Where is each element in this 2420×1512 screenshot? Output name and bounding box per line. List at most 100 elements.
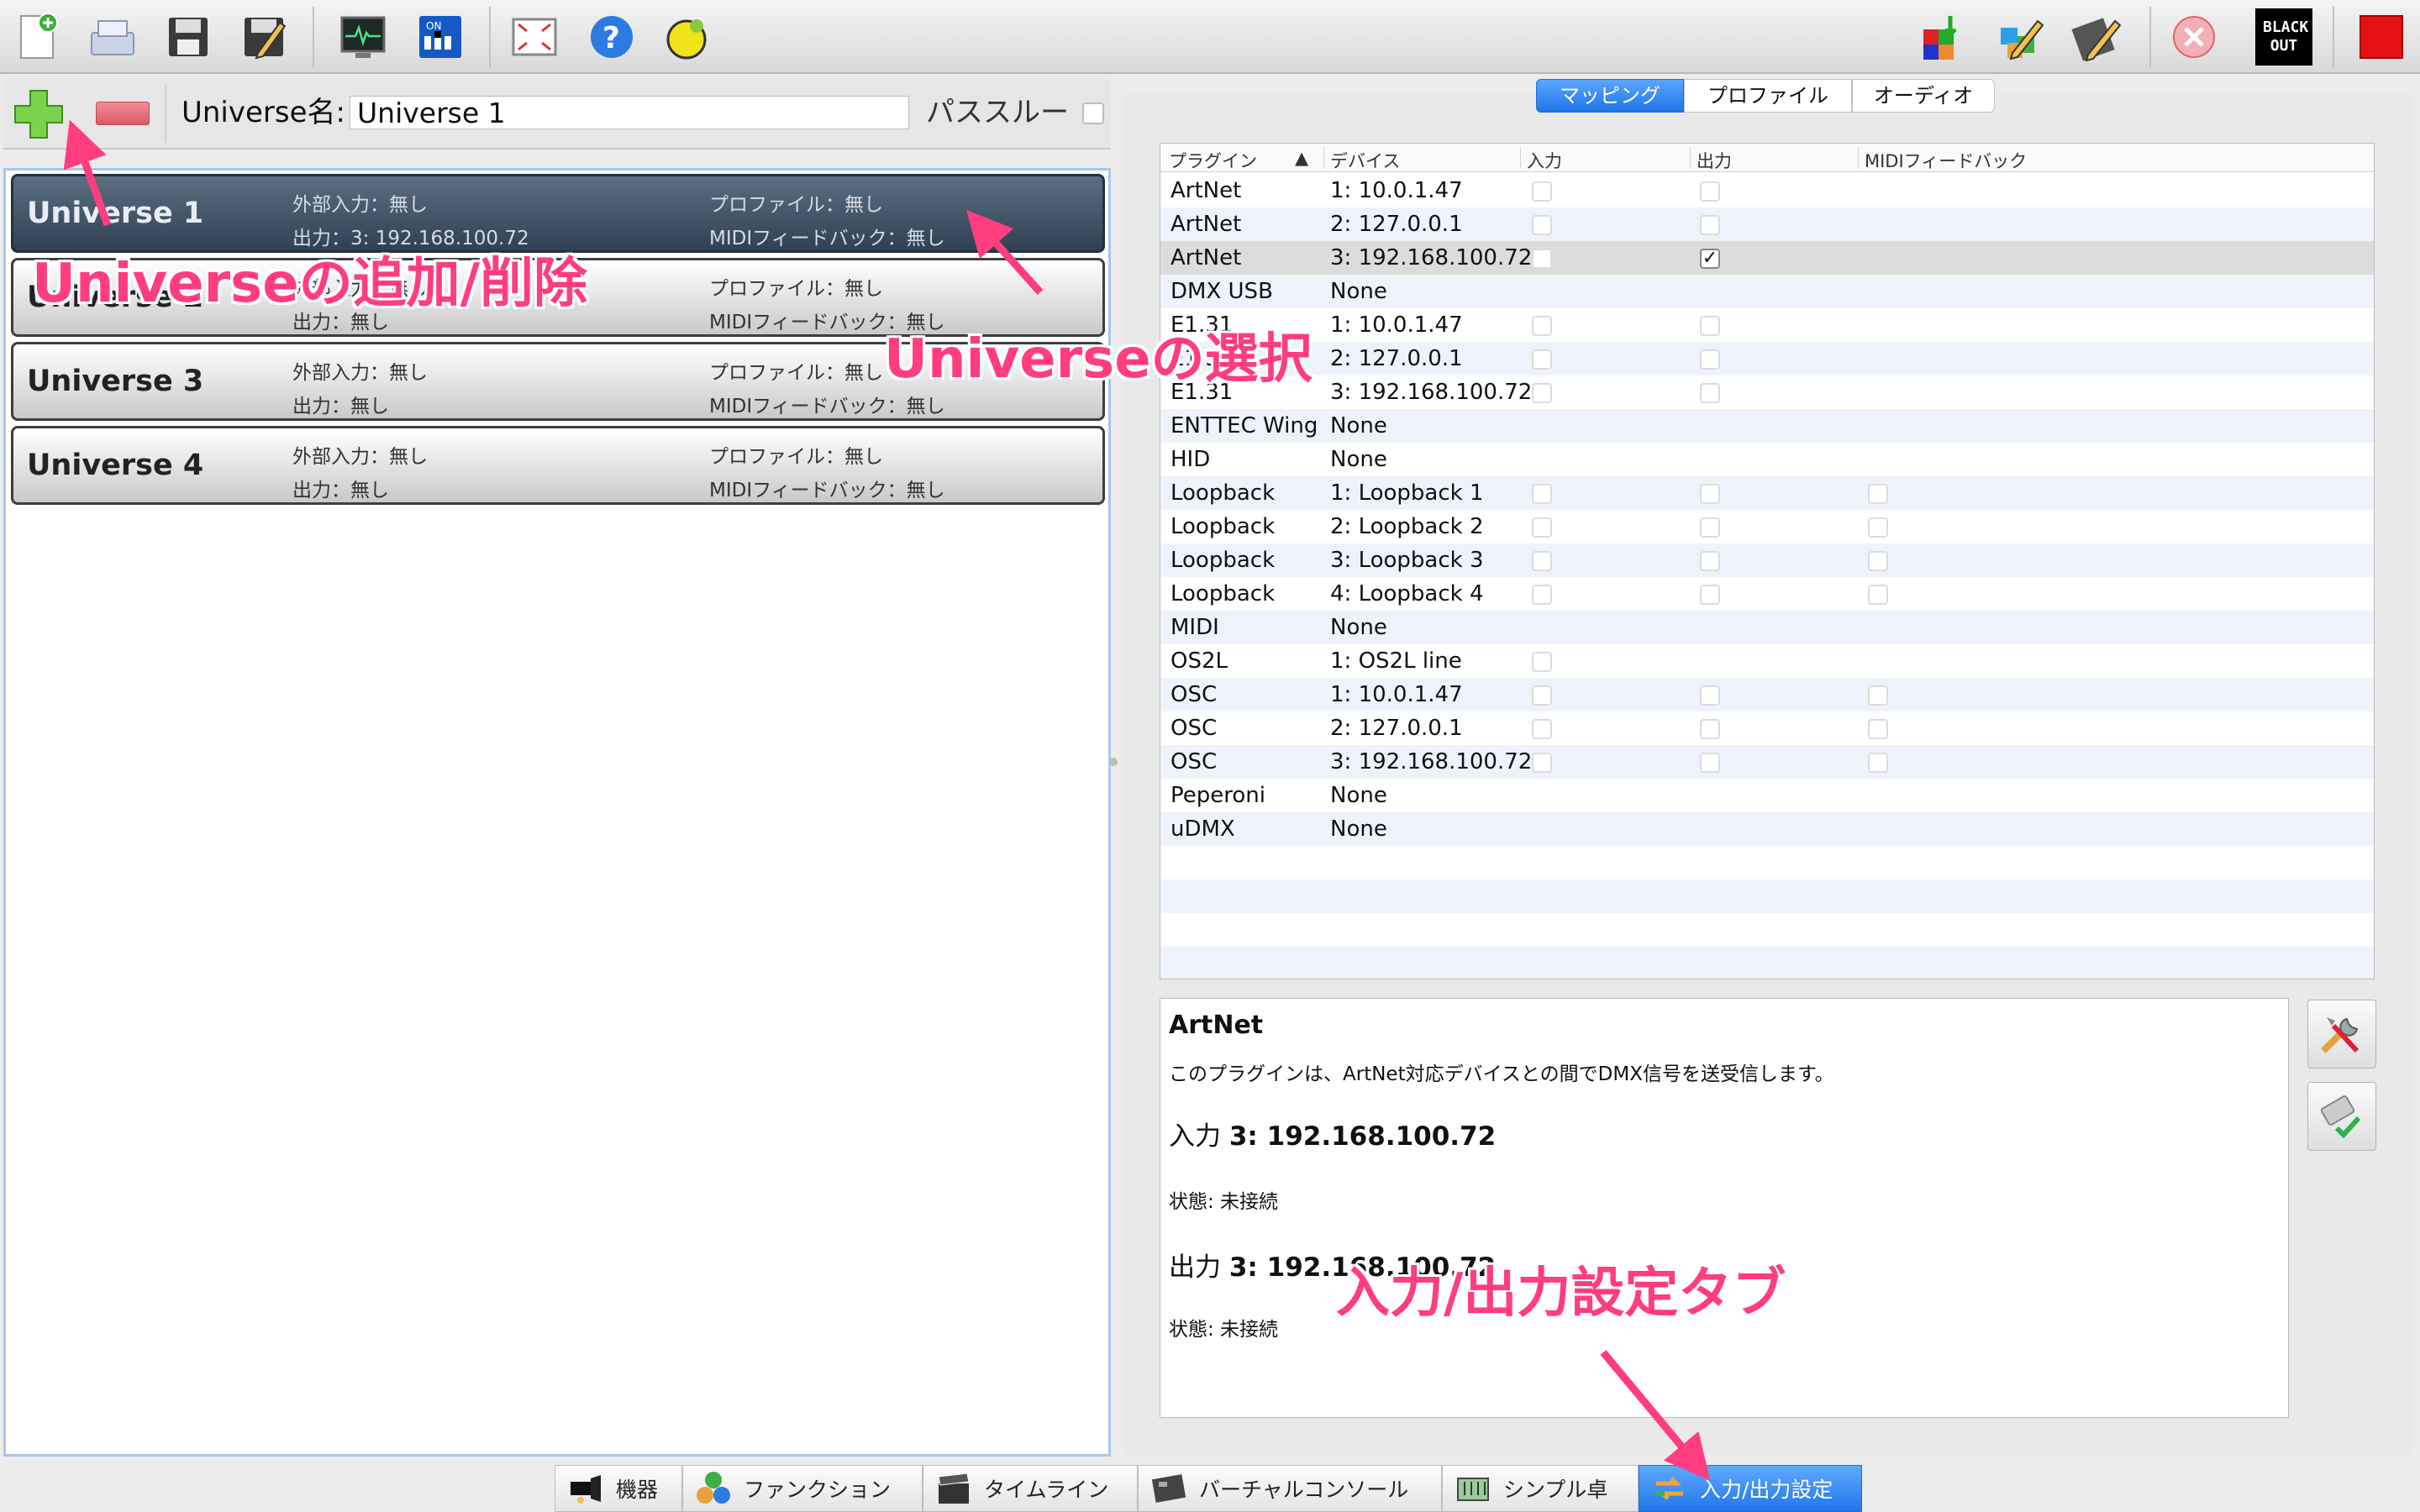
address-tool-icon[interactable]: ON [412, 8, 469, 66]
tab-fixtures[interactable]: 機器 [555, 1465, 682, 1512]
tab-profile[interactable]: プロファイル [1684, 79, 1852, 113]
output-checkbox[interactable] [1700, 517, 1720, 538]
device-cell: 1: Loopback 1 [1330, 480, 1484, 506]
input-checkbox[interactable] [1532, 484, 1552, 504]
tab-functions[interactable]: ファンクション [682, 1465, 923, 1512]
input-checkbox[interactable] [1532, 517, 1552, 538]
input-checkbox[interactable] [1532, 249, 1552, 269]
header-divider [1323, 147, 1324, 169]
table-row[interactable]: DMX USB None [1160, 275, 2374, 308]
tab-mapping[interactable]: マッピング [1536, 79, 1684, 113]
input-checkbox[interactable] [1532, 349, 1552, 370]
table-row[interactable]: ArtNet 3: 192.168.100.72 ✓ [1160, 241, 2374, 275]
header-device[interactable]: デバイス [1330, 148, 1400, 173]
feedback-checkbox[interactable] [1868, 551, 1888, 571]
table-row[interactable]: Loopback 4: Loopback 4 [1160, 577, 2374, 611]
header-input[interactable]: 入力 [1527, 148, 1562, 173]
output-checkbox[interactable] [1700, 181, 1720, 202]
input-checkbox[interactable] [1532, 316, 1552, 336]
monitor-icon[interactable] [334, 8, 392, 66]
plugin-title: ArtNet [1169, 1011, 1264, 1040]
edit-mode-icon[interactable] [2069, 8, 2126, 66]
table-row[interactable]: OSC 1: 10.0.1.47 [1160, 678, 2374, 711]
table-row[interactable]: OSC 2: 127.0.0.1 [1160, 711, 2374, 745]
save-workspace-icon[interactable] [160, 8, 217, 66]
output-checkbox[interactable]: ✓ [1700, 249, 1720, 269]
output-checkbox[interactable] [1700, 349, 1720, 370]
output-checkbox[interactable] [1700, 719, 1720, 739]
feedback-checkbox[interactable] [1868, 585, 1888, 605]
device-cell: 3: 192.168.100.72 [1330, 380, 1533, 405]
new-workspace-icon[interactable] [8, 8, 66, 66]
input-checkbox[interactable] [1532, 383, 1552, 403]
input-checkbox[interactable] [1532, 551, 1552, 571]
save-as-icon[interactable] [235, 8, 292, 66]
tab-simple-desk[interactable]: シンプル卓 [1442, 1465, 1639, 1512]
stop-all-icon[interactable] [2166, 8, 2223, 66]
table-row[interactable]: HID None [1160, 443, 2374, 476]
output-checkbox[interactable] [1700, 484, 1720, 504]
input-checkbox[interactable] [1532, 753, 1552, 773]
table-row[interactable]: OS2L 1: OS2L line [1160, 644, 2374, 678]
tab-virtual-console[interactable]: バーチャルコンソール [1138, 1465, 1442, 1512]
tab-label: 入力/出力設定 [1700, 1478, 1833, 1502]
open-workspace-icon[interactable] [84, 8, 141, 66]
help-icon[interactable]: ? [583, 8, 640, 66]
fullscreen-icon[interactable] [506, 8, 563, 66]
table-row[interactable]: ENTTEC Wing None [1160, 409, 2374, 443]
input-checkbox[interactable] [1532, 685, 1552, 706]
tab-timeline[interactable]: タイムライン [923, 1465, 1138, 1512]
output-checkbox[interactable] [1700, 753, 1720, 773]
header-divider [1690, 147, 1691, 169]
feedback-checkbox[interactable] [1868, 484, 1888, 504]
feedback-checkbox[interactable] [1868, 685, 1888, 706]
output-checkbox[interactable] [1700, 383, 1720, 403]
output-checkbox[interactable] [1700, 215, 1720, 235]
table-row[interactable]: E1.31 3: 192.168.100.72 [1160, 375, 2374, 409]
input-checkbox[interactable] [1532, 181, 1552, 202]
sort-ascending-icon[interactable]: ▲ [1295, 148, 1308, 168]
feedback-checkbox[interactable] [1868, 719, 1888, 739]
add-universe-button[interactable] [12, 87, 66, 141]
table-row[interactable]: ArtNet 1: 10.0.1.47 [1160, 174, 2374, 207]
table-row[interactable]: MIDI None [1160, 611, 2374, 644]
universe-name: Universe 4 [27, 449, 204, 482]
output-checkbox[interactable] [1700, 685, 1720, 706]
table-row[interactable]: Loopback 3: Loopback 3 [1160, 543, 2374, 577]
universe-name-input[interactable] [350, 96, 909, 129]
table-row[interactable]: E1.31 1: 10.0.1.47 [1160, 308, 2374, 342]
input-checkbox[interactable] [1532, 652, 1552, 672]
table-row[interactable]: OSC 3: 192.168.100.72 [1160, 745, 2374, 779]
header-plugin[interactable]: プラグイン [1169, 148, 1257, 173]
output-checkbox[interactable] [1700, 316, 1720, 336]
tab-io-settings[interactable]: 入力/出力設定 [1639, 1465, 1862, 1512]
tab-audio[interactable]: オーディオ [1852, 79, 1995, 113]
plugin-description: このプラグインは、ArtNet対応デバイスとの間でDMX信号を送受信します。 [1169, 1063, 1834, 1085]
remove-universe-button[interactable] [96, 102, 150, 125]
operate-mode-icon[interactable] [2353, 8, 2410, 66]
input-checkbox[interactable] [1532, 585, 1552, 605]
design-mode-icon[interactable] [1993, 8, 2050, 66]
feedback-checkbox[interactable] [1868, 753, 1888, 773]
header-midi-feedback[interactable]: MIDIフィードバック [1865, 148, 2027, 173]
table-row[interactable]: ArtNet 2: 127.0.0.1 [1160, 207, 2374, 241]
live-edit-icon[interactable] [1918, 8, 1975, 66]
configure-plugin-button[interactable] [2307, 1000, 2376, 1068]
table-row[interactable]: E1.31 2: 127.0.0.1 [1160, 342, 2374, 375]
input-checkbox[interactable] [1532, 215, 1552, 235]
passthrough-checkbox[interactable] [1082, 102, 1104, 124]
output-checkbox[interactable] [1700, 585, 1720, 605]
table-row[interactable]: uDMX None [1160, 812, 2374, 846]
universe-item-4[interactable]: Universe 4 外部入力：無し 出力：無し プロファイル：無し MIDIフ… [11, 426, 1105, 505]
table-row[interactable]: Loopback 1: Loopback 1 [1160, 476, 2374, 510]
table-row[interactable]: Peperoni None [1160, 779, 2374, 812]
assign-profile-button[interactable] [2307, 1082, 2376, 1151]
blackout-icon[interactable]: BLACK OUT [2255, 8, 2312, 66]
feedback-checkbox[interactable] [1868, 517, 1888, 538]
about-icon[interactable] [660, 8, 718, 66]
table-row[interactable]: Loopback 2: Loopback 2 [1160, 510, 2374, 543]
header-output[interactable]: 出力 [1697, 148, 1732, 173]
panel-splitter-handle[interactable] [1109, 758, 1118, 766]
output-checkbox[interactable] [1700, 551, 1720, 571]
input-checkbox[interactable] [1532, 719, 1552, 739]
